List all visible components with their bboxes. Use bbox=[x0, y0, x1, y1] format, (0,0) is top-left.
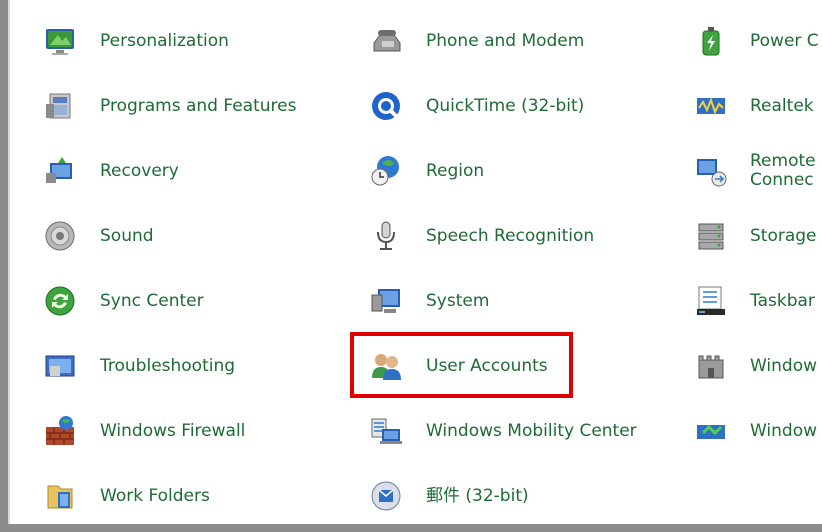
item-label-line2: Connec bbox=[750, 170, 814, 190]
item-region[interactable]: Region bbox=[370, 146, 484, 196]
item-label: Sound bbox=[100, 226, 154, 246]
quicktime-icon bbox=[370, 90, 402, 122]
item-label: Personalization bbox=[100, 31, 229, 51]
item-windows-firewall[interactable]: Windows Firewall bbox=[44, 406, 245, 456]
window-left-border-inner bbox=[8, 0, 10, 532]
remote-desktop-icon bbox=[695, 155, 727, 187]
item-label: System bbox=[426, 291, 490, 311]
item-windows-mobility-center[interactable]: Windows Mobility Center bbox=[370, 406, 637, 456]
mobility-center-icon bbox=[370, 415, 402, 447]
item-mail[interactable]: 郵件 (32-bit) bbox=[370, 471, 529, 521]
phone-icon bbox=[370, 25, 402, 57]
item-label: Power C bbox=[750, 31, 819, 51]
globe-clock-icon bbox=[370, 155, 402, 187]
item-remote-connections[interactable]: Remote Connec bbox=[695, 146, 816, 196]
realtek-audio-icon bbox=[695, 90, 727, 122]
item-label: Sync Center bbox=[100, 291, 204, 311]
item-label: Recovery bbox=[100, 161, 179, 181]
item-taskbar[interactable]: Taskbar bbox=[695, 276, 815, 326]
microphone-icon bbox=[370, 220, 402, 252]
sync-icon bbox=[44, 285, 76, 317]
item-system[interactable]: System bbox=[370, 276, 489, 326]
item-label: Storage bbox=[750, 226, 817, 246]
item-label: Taskbar bbox=[750, 291, 815, 311]
window-left-border bbox=[0, 0, 8, 532]
item-label: Programs and Features bbox=[100, 96, 297, 116]
speaker-icon bbox=[44, 220, 76, 252]
firewall-icon bbox=[44, 415, 76, 447]
item-label: Region bbox=[426, 161, 485, 181]
item-troubleshooting[interactable]: Troubleshooting bbox=[44, 341, 235, 391]
item-label: Window bbox=[750, 421, 818, 441]
item-personalization[interactable]: Personalization bbox=[44, 16, 229, 66]
item-label: Work Folders bbox=[100, 486, 210, 506]
item-quicktime[interactable]: QuickTime (32-bit) bbox=[370, 81, 584, 131]
item-label: Troubleshooting bbox=[100, 356, 236, 376]
taskbar-icon bbox=[695, 285, 727, 317]
item-label: QuickTime (32-bit) bbox=[426, 96, 585, 116]
personalization-icon bbox=[44, 25, 76, 57]
item-label: Realtek bbox=[750, 96, 814, 116]
highlight-box bbox=[350, 332, 573, 398]
window-bottom-border bbox=[0, 524, 822, 532]
programs-features-icon bbox=[44, 90, 76, 122]
folder-icon bbox=[44, 480, 76, 512]
item-work-folders[interactable]: Work Folders bbox=[44, 471, 210, 521]
item-windows-a[interactable]: Window bbox=[695, 341, 817, 391]
item-label-line1: Remote bbox=[750, 151, 816, 171]
item-sync-center[interactable]: Sync Center bbox=[44, 276, 204, 326]
item-sound[interactable]: Sound bbox=[44, 211, 154, 261]
item-recovery[interactable]: Recovery bbox=[44, 146, 179, 196]
item-storage[interactable]: Storage bbox=[695, 211, 817, 261]
item-realtek[interactable]: Realtek bbox=[695, 81, 814, 131]
recovery-icon bbox=[44, 155, 76, 187]
battery-icon bbox=[695, 25, 727, 57]
item-programs-features[interactable]: Programs and Features bbox=[44, 81, 296, 131]
item-label: 郵件 (32-bit) bbox=[426, 486, 529, 506]
troubleshooting-icon bbox=[44, 350, 76, 382]
item-label: Speech Recognition bbox=[426, 226, 595, 246]
storage-icon bbox=[695, 220, 727, 252]
windows-update-icon bbox=[695, 415, 727, 447]
item-power-options[interactable]: Power C bbox=[695, 16, 819, 66]
windows-castle-icon bbox=[695, 350, 727, 382]
item-label: Phone and Modem bbox=[426, 31, 585, 51]
item-label: Windows Firewall bbox=[100, 421, 246, 441]
item-speech-recognition[interactable]: Speech Recognition bbox=[370, 211, 594, 261]
item-label: Window bbox=[750, 356, 818, 376]
system-icon bbox=[370, 285, 402, 317]
item-phone-modem[interactable]: Phone and Modem bbox=[370, 16, 584, 66]
item-label-multiline: Remote Connec bbox=[750, 152, 816, 190]
item-windows-b[interactable]: Window bbox=[695, 406, 817, 456]
mail-icon bbox=[370, 480, 402, 512]
item-label: Windows Mobility Center bbox=[426, 421, 637, 441]
